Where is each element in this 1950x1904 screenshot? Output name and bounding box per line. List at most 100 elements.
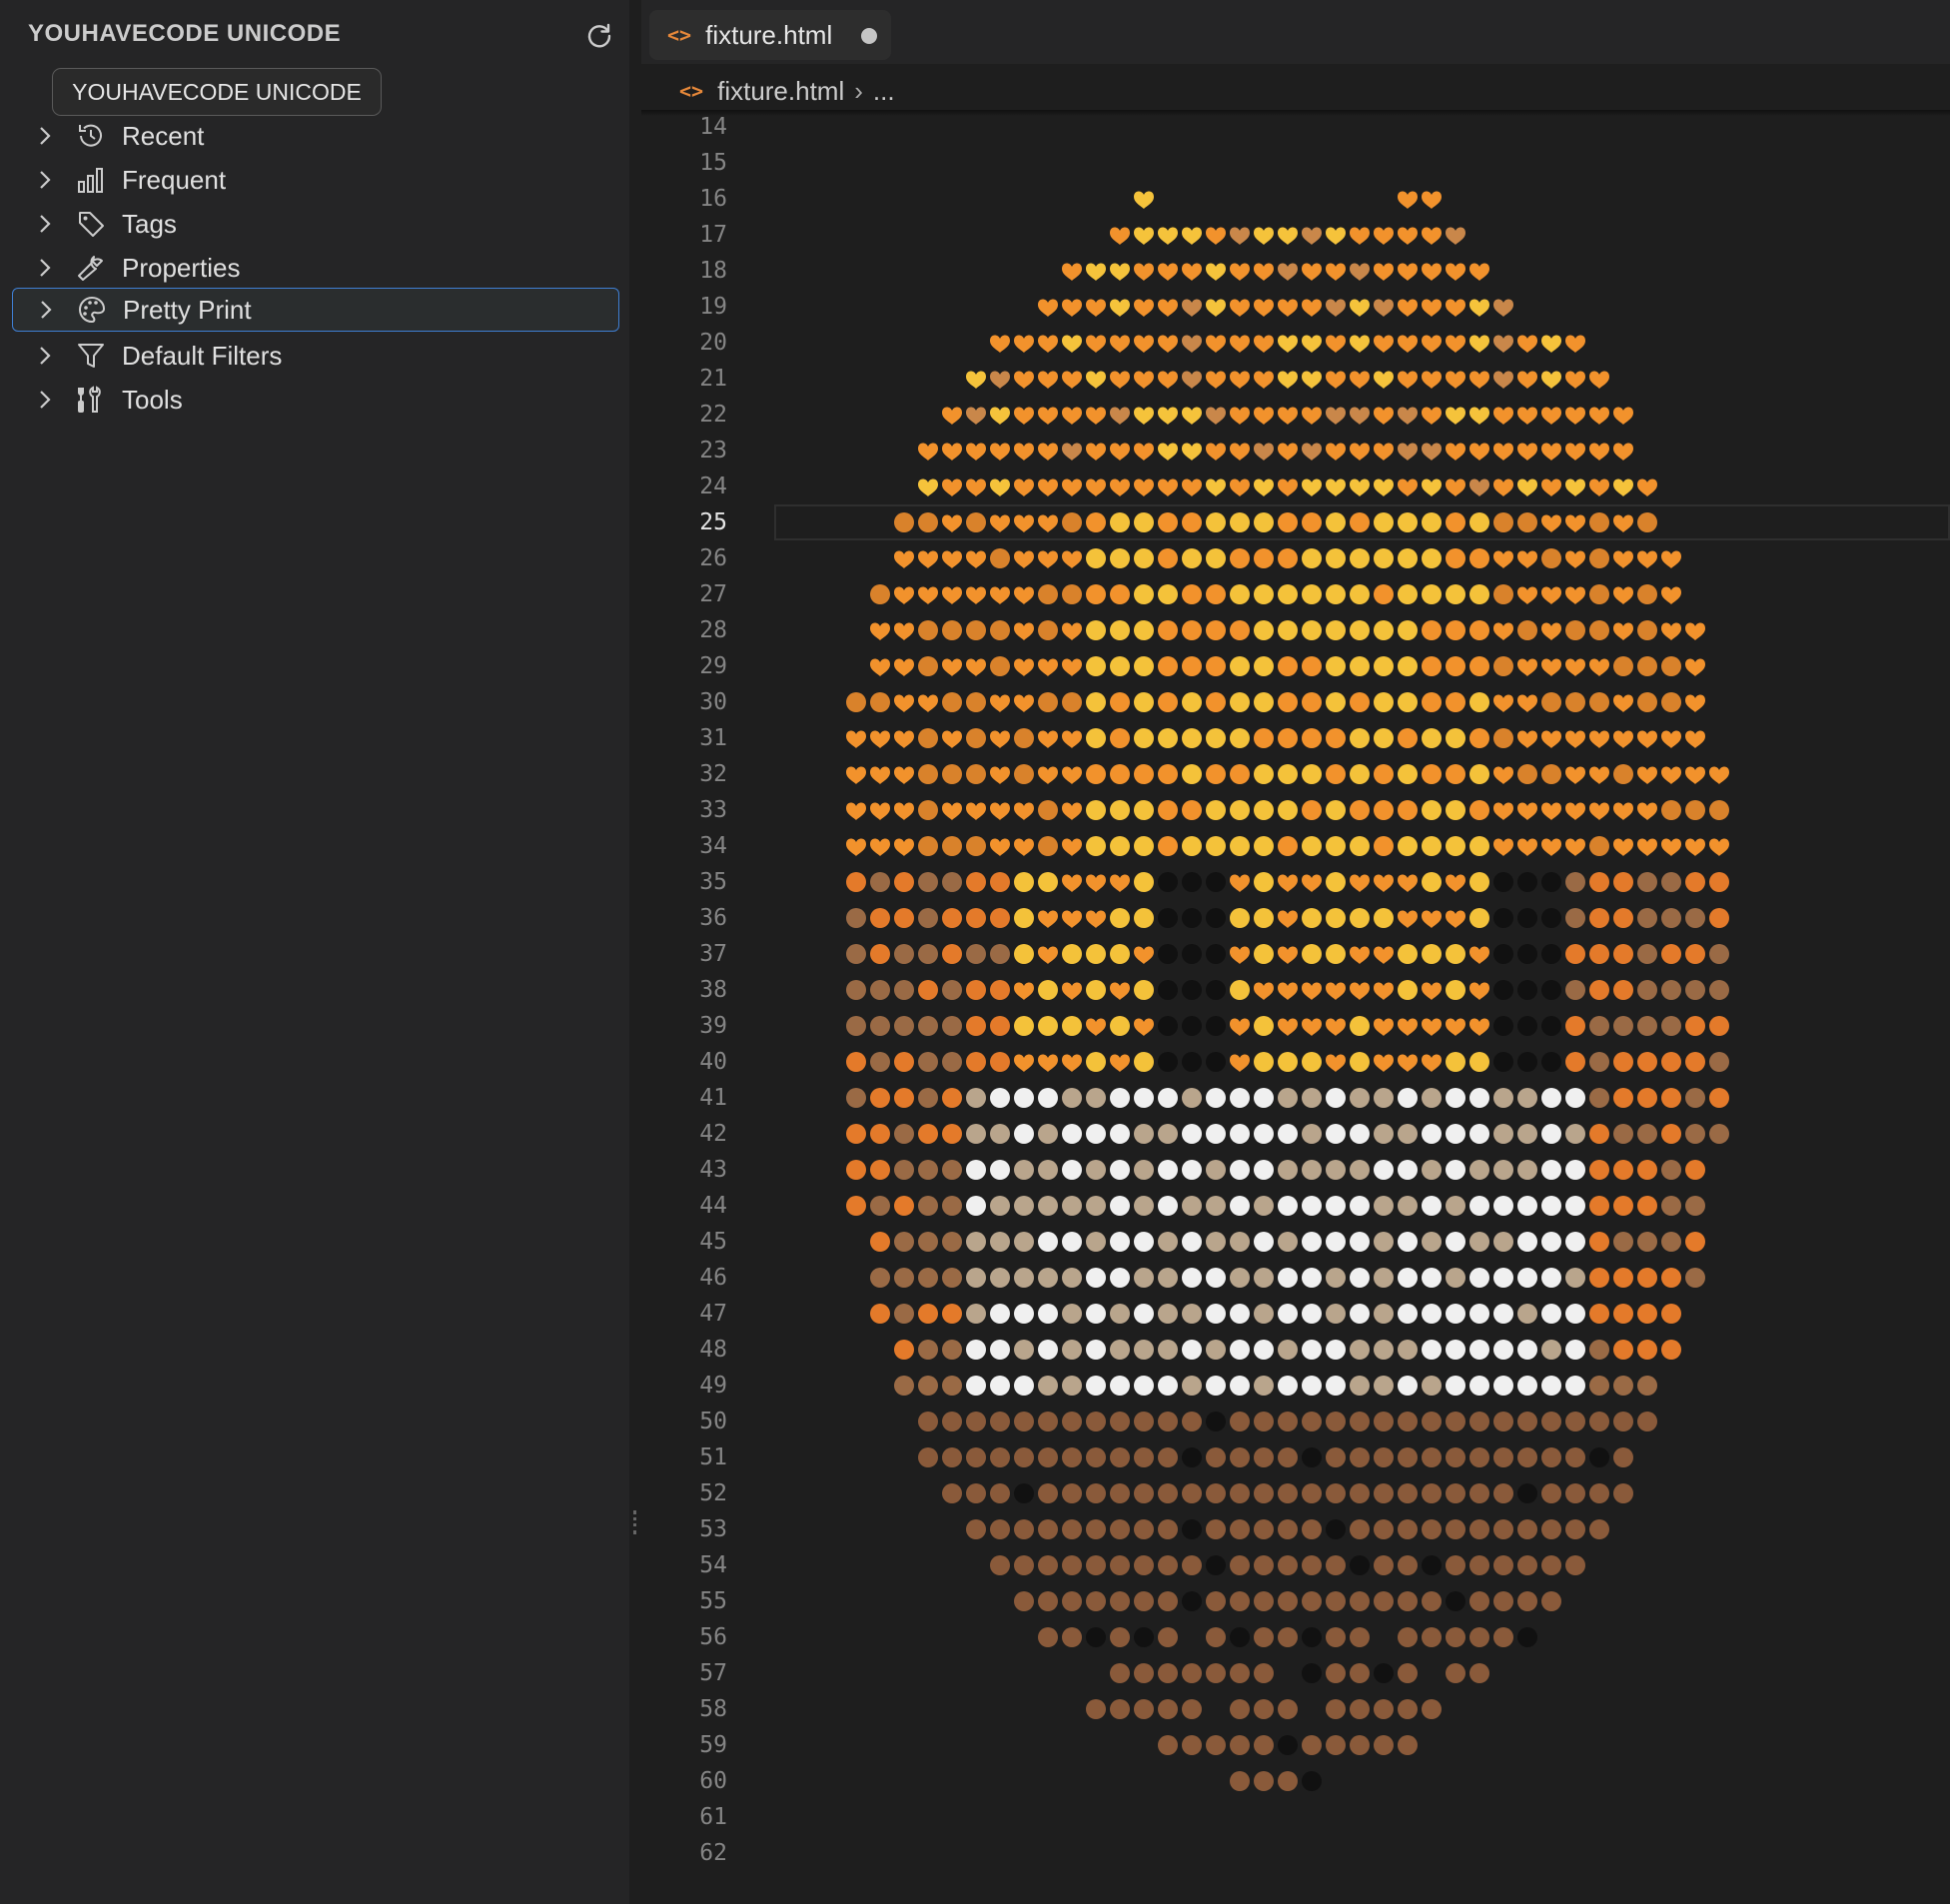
animal-face-emoji-icon — [1517, 1591, 1537, 1611]
animal-face-emoji-icon — [1158, 1735, 1178, 1755]
animal-face-emoji-icon — [1350, 728, 1370, 748]
animal-face-emoji-icon — [1326, 1699, 1346, 1719]
animal-face-emoji-icon — [1158, 1447, 1178, 1467]
animal-face-emoji-icon — [990, 1304, 1010, 1324]
heart-emoji-icon — [1446, 910, 1465, 928]
animal-face-emoji-icon — [1062, 1304, 1082, 1324]
heart-emoji-icon — [1685, 694, 1705, 712]
heart-emoji-icon — [942, 802, 962, 820]
animal-face-emoji-icon — [918, 872, 938, 892]
heart-emoji-icon — [846, 730, 866, 748]
animal-face-emoji-icon — [870, 872, 890, 892]
animal-face-emoji-icon — [1014, 1376, 1034, 1396]
animal-face-emoji-icon — [1613, 872, 1633, 892]
animal-face-emoji-icon — [942, 1016, 962, 1036]
animal-face-emoji-icon — [1589, 908, 1609, 928]
animal-face-emoji-icon — [1182, 728, 1202, 748]
animal-face-emoji-icon — [1517, 764, 1537, 784]
animal-face-emoji-icon — [870, 980, 890, 1000]
heart-emoji-icon — [1038, 946, 1058, 964]
animal-face-emoji-icon — [1685, 1124, 1705, 1144]
animal-face-emoji-icon — [1589, 1340, 1609, 1360]
animal-face-emoji-icon — [1014, 1268, 1034, 1288]
animal-face-emoji-icon — [966, 620, 986, 640]
animal-face-emoji-icon — [1182, 764, 1202, 784]
animal-face-emoji-icon — [1541, 1519, 1561, 1539]
heart-emoji-icon — [942, 586, 962, 604]
animal-face-emoji-icon — [966, 1232, 986, 1252]
animal-face-emoji-icon — [1302, 1268, 1322, 1288]
animal-face-emoji-icon — [1110, 728, 1130, 748]
animal-face-emoji-icon — [1469, 1663, 1489, 1683]
animal-face-emoji-icon — [870, 1268, 890, 1288]
animal-face-emoji-icon — [942, 1483, 962, 1503]
animal-face-emoji-icon — [966, 1124, 986, 1144]
animal-face-emoji-icon — [1158, 1555, 1178, 1575]
animal-face-emoji-icon — [1086, 656, 1106, 676]
animal-face-emoji-icon — [1446, 1232, 1465, 1252]
animal-face-emoji-icon — [1517, 1483, 1537, 1503]
animal-face-emoji-icon — [1230, 1591, 1250, 1611]
animal-face-emoji-icon — [1206, 1555, 1226, 1575]
animal-face-emoji-icon — [1422, 1124, 1442, 1144]
animal-face-emoji-icon — [1613, 1376, 1633, 1396]
heart-emoji-icon — [1254, 371, 1274, 389]
animal-face-emoji-icon — [1709, 1016, 1729, 1036]
heart-emoji-icon — [942, 550, 962, 568]
animal-face-emoji-icon — [1062, 1196, 1082, 1216]
heart-emoji-icon — [1206, 371, 1226, 389]
animal-face-emoji-icon — [1422, 764, 1442, 784]
animal-face-emoji-icon — [1541, 1160, 1561, 1180]
animal-face-emoji-icon — [1014, 1232, 1034, 1252]
animal-face-emoji-icon — [1661, 656, 1681, 676]
animal-face-emoji-icon — [918, 1340, 938, 1360]
animal-face-emoji-icon — [1398, 1555, 1418, 1575]
animal-face-emoji-icon — [1565, 872, 1585, 892]
heart-emoji-icon — [1038, 299, 1058, 317]
animal-face-emoji-icon — [1014, 1016, 1034, 1036]
animal-face-emoji-icon — [1086, 1699, 1106, 1719]
animal-face-emoji-icon — [1589, 1376, 1609, 1396]
animal-face-emoji-icon — [870, 1016, 890, 1036]
animal-face-emoji-icon — [1517, 1304, 1537, 1324]
animal-face-emoji-icon — [1014, 872, 1034, 892]
animal-face-emoji-icon — [1038, 1088, 1058, 1108]
animal-face-emoji-icon — [1158, 1196, 1178, 1216]
animal-face-emoji-icon — [918, 1124, 938, 1144]
heart-emoji-icon — [1182, 443, 1202, 461]
animal-face-emoji-icon — [1302, 1663, 1322, 1683]
heart-emoji-icon — [1158, 263, 1178, 281]
heart-emoji-icon — [1134, 371, 1154, 389]
animal-face-emoji-icon — [1230, 1232, 1250, 1252]
animal-face-emoji-icon — [966, 1376, 986, 1396]
heart-emoji-icon — [1254, 263, 1274, 281]
heart-emoji-icon — [1493, 407, 1513, 425]
animal-face-emoji-icon — [1182, 800, 1202, 820]
heart-emoji-icon — [1038, 1054, 1058, 1072]
animal-face-emoji-icon — [1086, 1447, 1106, 1467]
animal-face-emoji-icon — [1637, 944, 1657, 964]
animal-face-emoji-icon — [1206, 1304, 1226, 1324]
heart-emoji-icon — [990, 514, 1010, 532]
heart-emoji-icon — [1014, 514, 1034, 532]
animal-face-emoji-icon — [1134, 1052, 1154, 1072]
animal-face-emoji-icon — [1254, 1663, 1274, 1683]
animal-face-emoji-icon — [1206, 1412, 1226, 1431]
animal-face-emoji-icon — [990, 1016, 1010, 1036]
animal-face-emoji-icon — [1398, 1699, 1418, 1719]
animal-face-emoji-icon — [990, 1447, 1010, 1467]
heart-emoji-icon — [1469, 443, 1489, 461]
animal-face-emoji-icon — [1086, 1519, 1106, 1539]
animal-face-emoji-icon — [1541, 1196, 1561, 1216]
animal-face-emoji-icon — [1374, 1735, 1394, 1755]
animal-face-emoji-icon — [1134, 908, 1154, 928]
heart-emoji-icon — [918, 443, 938, 461]
animal-face-emoji-icon — [1589, 1160, 1609, 1180]
animal-face-emoji-icon — [1422, 512, 1442, 532]
heart-emoji-icon — [1398, 443, 1418, 461]
animal-face-emoji-icon — [1565, 1160, 1585, 1180]
heart-emoji-icon — [1661, 550, 1681, 568]
heart-emoji-icon — [1206, 443, 1226, 461]
animal-face-emoji-icon — [1685, 1196, 1705, 1216]
animal-face-emoji-icon — [1062, 1016, 1082, 1036]
